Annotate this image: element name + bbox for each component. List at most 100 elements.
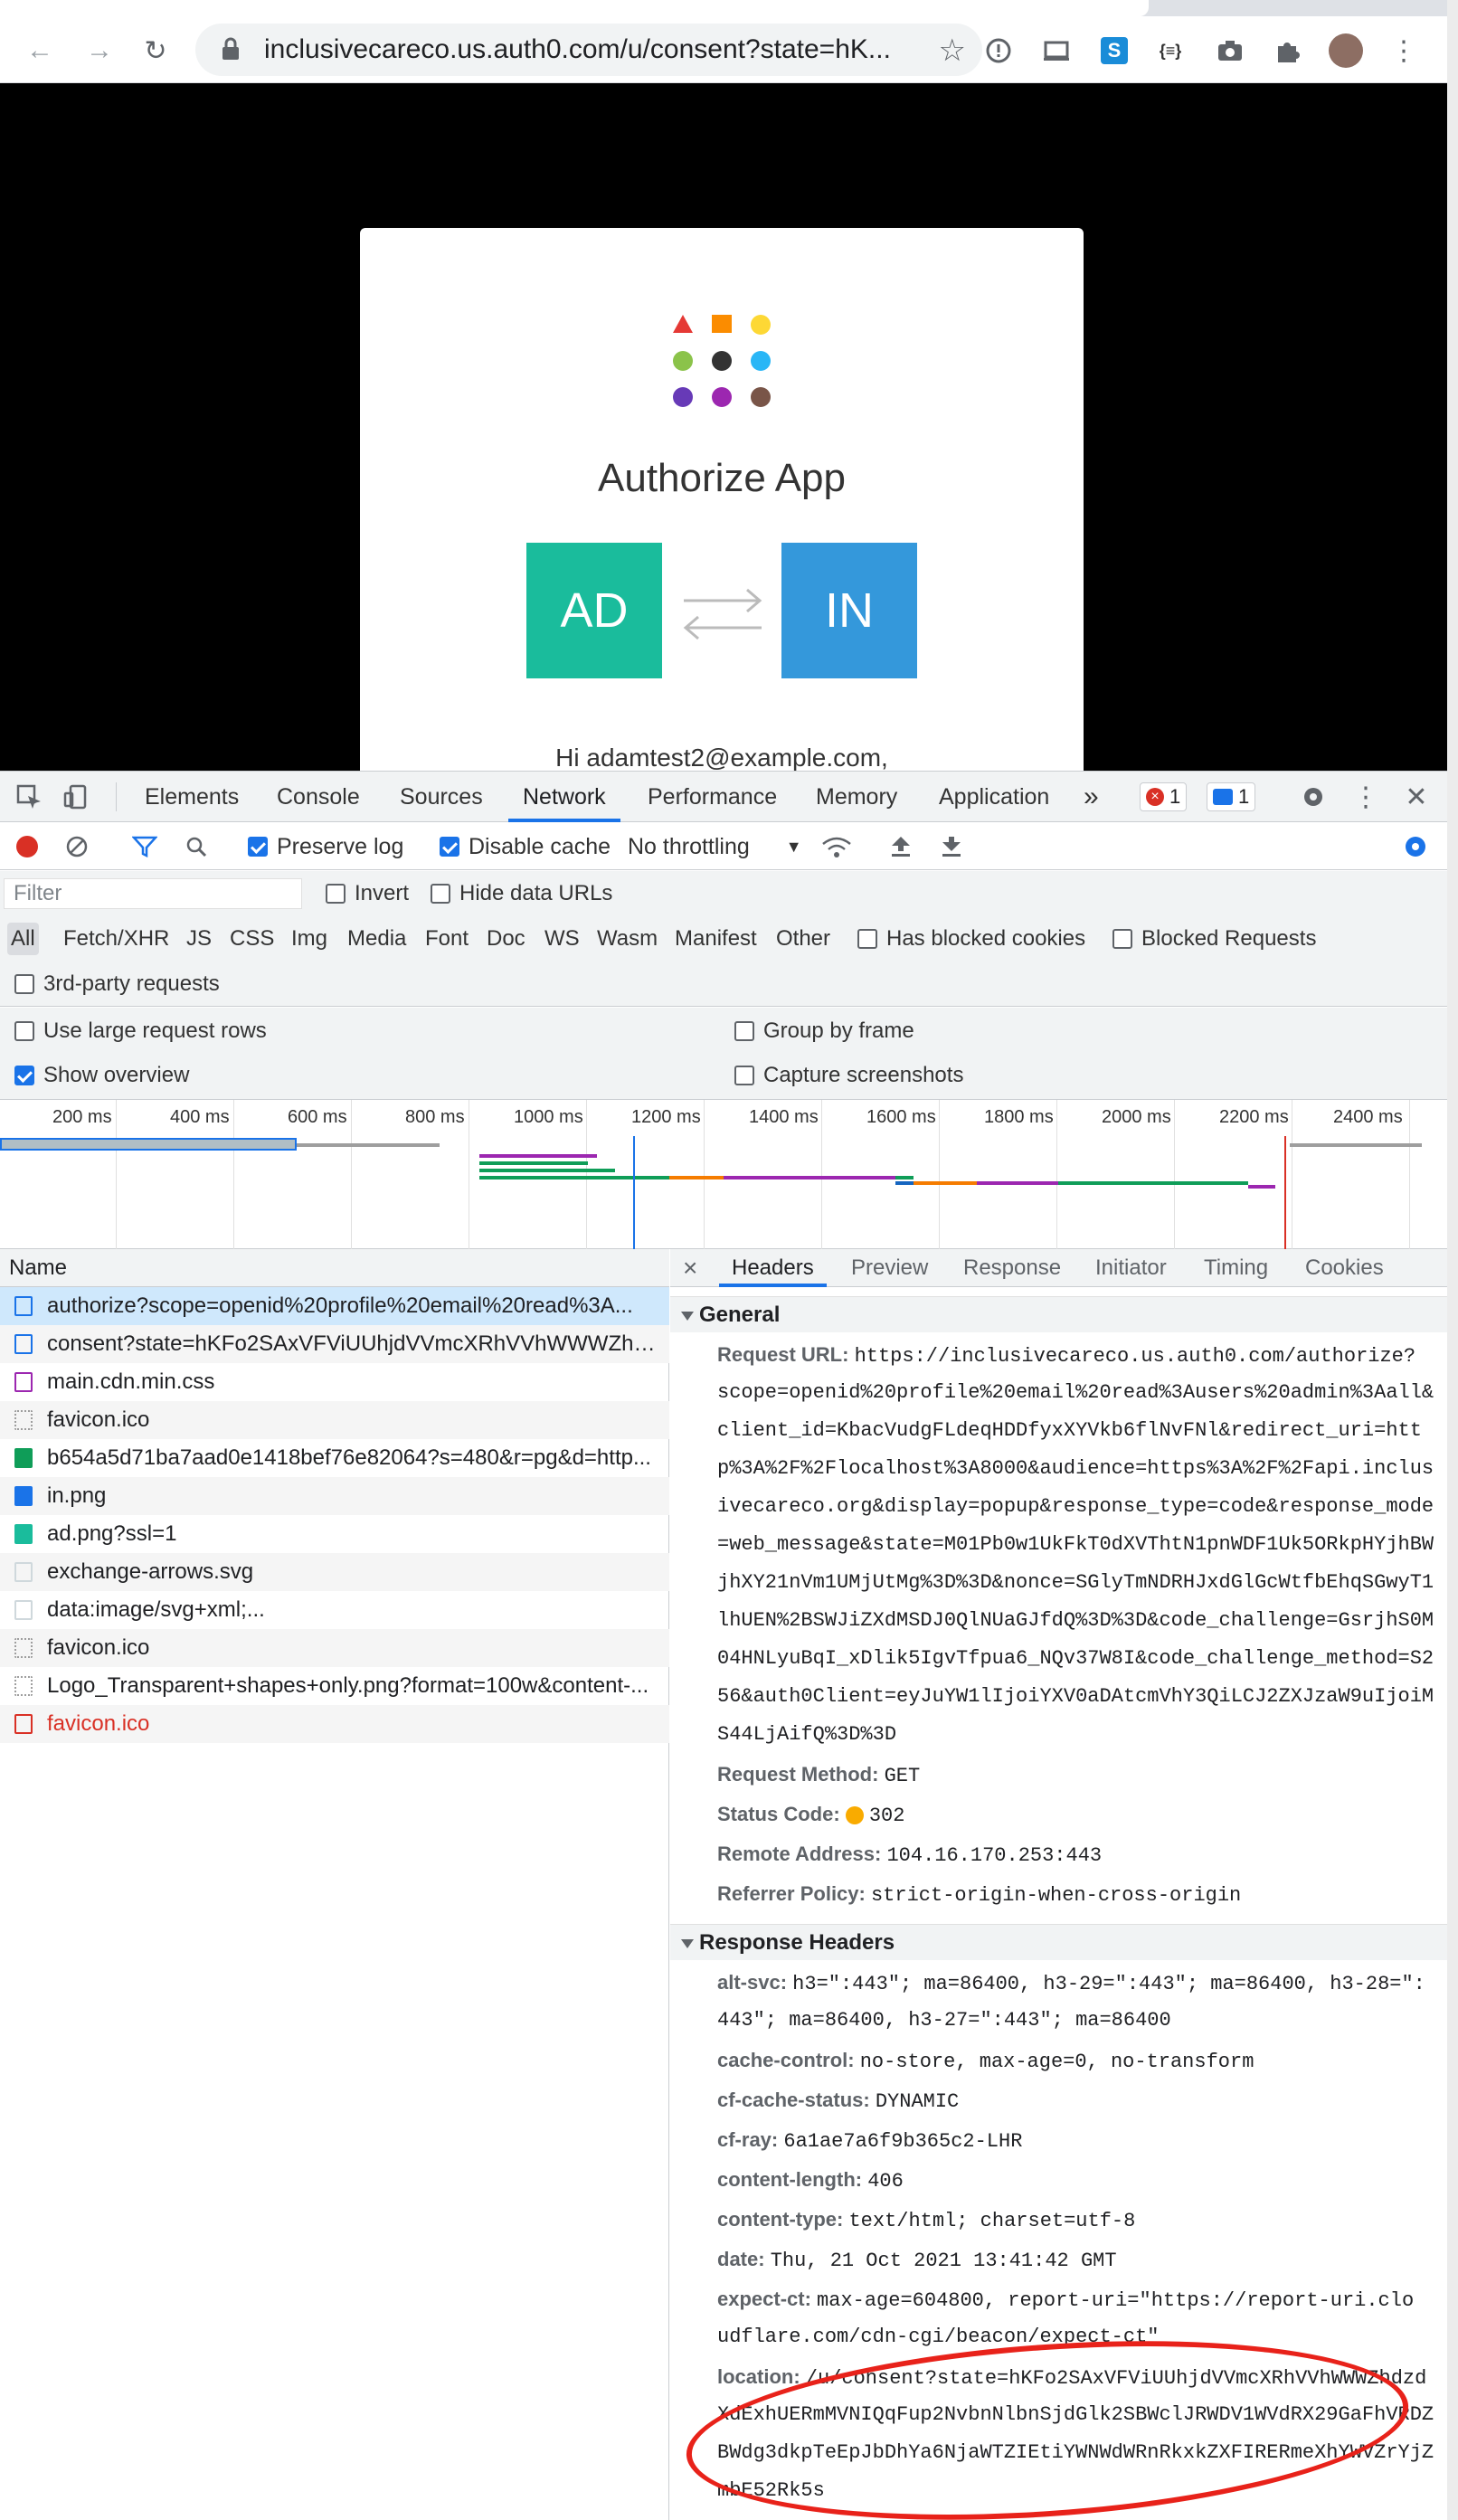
- table-row[interactable]: in.png: [0, 1477, 669, 1515]
- request-url-value: 56&auth0Client=eyJuYW1lIjoiYXV0aDAtcmVhY…: [717, 1685, 1434, 1708]
- forward-icon[interactable]: →: [81, 33, 118, 69]
- type-all[interactable]: All: [7, 923, 39, 955]
- table-row[interactable]: favicon.ico: [0, 1705, 669, 1743]
- type-img[interactable]: Img: [288, 923, 331, 955]
- tab-cookies[interactable]: Cookies: [1305, 1249, 1384, 1287]
- clear-icon[interactable]: [65, 823, 89, 870]
- timeline-selection[interactable]: [0, 1138, 297, 1151]
- export-har-icon[interactable]: [941, 823, 962, 870]
- table-row[interactable]: ad.png?ssl=1: [0, 1515, 669, 1553]
- tab-timing[interactable]: Timing: [1204, 1249, 1268, 1287]
- type-manifest[interactable]: Manifest: [671, 923, 761, 955]
- table-row[interactable]: authorize?scope=openid%20profile%20email…: [0, 1287, 669, 1325]
- tab-network[interactable]: Network: [508, 772, 620, 822]
- more-tabs-icon[interactable]: »: [1084, 772, 1099, 822]
- table-row[interactable]: b654a5d71ba7aad0e1418bef76e82064?s=480&r…: [0, 1439, 669, 1477]
- device-toolbar-icon[interactable]: [58, 779, 94, 815]
- settings-gear-icon[interactable]: [1295, 779, 1331, 815]
- search-icon[interactable]: [185, 823, 208, 870]
- tab-performance[interactable]: Performance: [648, 772, 777, 822]
- large-rows-checkbox[interactable]: Use large request rows: [14, 1008, 267, 1055]
- devtools-menu-icon[interactable]: ⋮: [1348, 779, 1384, 815]
- table-row[interactable]: main.cdn.min.css: [0, 1363, 669, 1401]
- cast-icon[interactable]: [1038, 33, 1075, 69]
- tab-preview[interactable]: Preview: [851, 1249, 928, 1287]
- capture-screenshots-checkbox[interactable]: Capture screenshots: [734, 1052, 963, 1099]
- table-row[interactable]: exchange-arrows.svg: [0, 1553, 669, 1591]
- timeline-tick: 2200 ms: [1219, 1107, 1289, 1127]
- tab-response[interactable]: Response: [963, 1249, 1061, 1287]
- third-party-checkbox[interactable]: 3rd-party requests: [14, 962, 220, 1007]
- type-js[interactable]: JS: [183, 923, 215, 955]
- show-overview-checkbox[interactable]: Show overview: [14, 1052, 189, 1099]
- table-row[interactable]: consent?state=hKFo2SAxVFViUUhjdVVmcXRhVV…: [0, 1325, 669, 1363]
- avatar[interactable]: [1328, 33, 1364, 69]
- referrer-policy-value: strict-origin-when-cross-origin: [870, 1884, 1242, 1907]
- disable-cache-checkbox[interactable]: Disable cache: [440, 823, 611, 870]
- third-party-row: 3rd-party requests: [0, 962, 1447, 1007]
- image-icon: [14, 1524, 33, 1544]
- blocked-requests-checkbox[interactable]: Blocked Requests: [1112, 916, 1316, 962]
- tab-application[interactable]: Application: [939, 772, 1049, 822]
- table-row[interactable]: favicon.ico: [0, 1629, 669, 1667]
- table-row[interactable]: favicon.ico: [0, 1401, 669, 1439]
- chrome-menu-icon[interactable]: ⋮: [1386, 33, 1422, 69]
- password-info-icon[interactable]: [980, 33, 1017, 69]
- type-css[interactable]: CSS: [226, 923, 278, 955]
- filter-input[interactable]: Filter: [4, 878, 302, 909]
- response-headers-section-header[interactable]: Response Headers: [670, 1924, 1447, 1960]
- camera-icon[interactable]: [1212, 33, 1248, 69]
- tab-initiator[interactable]: Initiator: [1095, 1249, 1167, 1287]
- stylus-extension-icon[interactable]: S: [1096, 33, 1132, 69]
- bookmark-star-icon[interactable]: ☆: [939, 33, 966, 69]
- has-blocked-cookies-checkbox[interactable]: Has blocked cookies: [857, 916, 1085, 962]
- network-settings-icon[interactable]: [1402, 823, 1429, 870]
- general-section-header[interactable]: General: [670, 1296, 1447, 1332]
- type-font[interactable]: Font: [421, 923, 472, 955]
- close-details-icon[interactable]: ×: [683, 1249, 697, 1287]
- json-viewer-icon[interactable]: {≡}: [1152, 33, 1188, 69]
- cache-control-value: no-store, max-age=0, no-transform: [859, 2051, 1254, 2073]
- inspect-element-icon[interactable]: [11, 779, 47, 815]
- type-wasm[interactable]: Wasm: [593, 923, 661, 955]
- tab-sources[interactable]: Sources: [400, 772, 483, 822]
- devtools-tabbar: Elements Console Sources Network Perform…: [0, 772, 1447, 822]
- close-devtools-icon[interactable]: ✕: [1398, 779, 1434, 815]
- back-icon[interactable]: ←: [22, 33, 58, 69]
- blocked-requests-label: Blocked Requests: [1141, 926, 1317, 951]
- location-value: mbE52Rk5s: [717, 2479, 825, 2502]
- tab-elements[interactable]: Elements: [145, 772, 239, 822]
- table-row[interactable]: data:image/svg+xml;...: [0, 1591, 669, 1629]
- error-count-badge[interactable]: × 1: [1140, 782, 1188, 811]
- timeline-tick: 400 ms: [170, 1107, 230, 1127]
- name-column-header[interactable]: Name: [0, 1249, 669, 1287]
- tab-memory[interactable]: Memory: [816, 772, 897, 822]
- type-ws[interactable]: WS: [541, 923, 583, 955]
- reload-icon[interactable]: ↻: [137, 33, 174, 69]
- tab-headers[interactable]: Headers: [719, 1249, 827, 1287]
- table-row[interactable]: Logo_Transparent+shapes+only.png?format=…: [0, 1667, 669, 1705]
- type-other[interactable]: Other: [772, 923, 834, 955]
- address-bar[interactable]: inclusivecareco.us.auth0.com/u/consent?s…: [195, 24, 982, 76]
- active-tab[interactable]: [0, 0, 1149, 16]
- type-doc[interactable]: Doc: [483, 923, 529, 955]
- message-count-badge[interactable]: 1: [1207, 782, 1256, 811]
- type-media[interactable]: Media: [344, 923, 410, 955]
- location-value: BWdg3dkpTeEpJbDhYa6NjaWTZIEtiYWNWdWRnRkx…: [717, 2441, 1434, 2464]
- throttling-select[interactable]: No throttling ▼: [628, 823, 802, 870]
- extensions-puzzle-icon[interactable]: [1270, 33, 1306, 69]
- record-icon[interactable]: [16, 823, 38, 870]
- type-fetch-xhr[interactable]: Fetch/XHR: [60, 923, 173, 955]
- network-conditions-icon[interactable]: [821, 823, 852, 870]
- tab-console[interactable]: Console: [277, 772, 360, 822]
- expect-ct-value: max-age=604800, report-uri="https://repo…: [817, 2289, 1415, 2312]
- group-by-frame-checkbox[interactable]: Group by frame: [734, 1008, 914, 1055]
- hide-data-urls-checkbox[interactable]: Hide data URLs: [431, 871, 612, 916]
- greeting-text: Hi adamtest2@example.com,: [555, 744, 888, 771]
- invert-checkbox[interactable]: Invert: [326, 871, 409, 916]
- timeline-tick: 600 ms: [288, 1107, 347, 1127]
- network-overview-timeline[interactable]: 200 ms 400 ms 600 ms 800 ms 1000 ms 1200…: [0, 1099, 1447, 1250]
- preserve-log-checkbox[interactable]: Preserve log: [248, 823, 403, 870]
- import-har-icon[interactable]: [890, 823, 912, 870]
- filter-icon[interactable]: [132, 823, 157, 870]
